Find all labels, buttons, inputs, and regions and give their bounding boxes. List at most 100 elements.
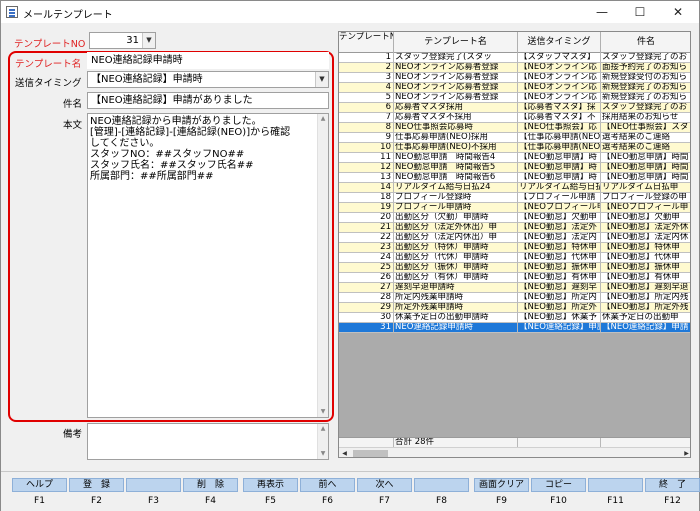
cell-subject[interactable]: 【NEO勤怠】遅刻早退 [601,283,690,293]
cell-timing[interactable]: 【NEO勤怠】法定外 [518,223,601,233]
table-row[interactable]: 11 NEO勤怠申請 時間報告4 【NEO勤怠申請】時 【NEO勤怠申請】時間 [339,153,690,163]
cell-timing[interactable]: 【NEO勤怠】休業予 [518,313,601,323]
cell-name[interactable]: NEOオンライン応募者登録 [394,83,518,93]
fkey-f12-button[interactable]: 終 了 [645,478,700,492]
fkey-f10-button[interactable]: コピー [531,478,586,492]
cell-no[interactable]: 10 [339,143,394,153]
cell-no[interactable]: 11 [339,153,394,163]
cell-timing[interactable]: 【NEOオンライン応 [518,63,601,73]
fkey-f9-button[interactable]: 画面クリア [474,478,529,492]
cell-subject[interactable]: 選考結果のご連絡 [601,143,690,153]
cell-timing[interactable]: 【NEO連絡記録】申請 [518,323,601,333]
cell-no[interactable]: 30 [339,313,394,323]
cell-name[interactable]: プロフィール申請時 [394,203,518,213]
cell-name[interactable]: 所定内残業申請時 [394,293,518,303]
cell-timing[interactable]: 【NEO勤怠】遅刻早 [518,283,601,293]
cell-no[interactable]: 28 [339,293,394,303]
cell-subject[interactable]: 新規登録完了のお知ら [601,83,690,93]
cell-name[interactable]: 応募者マスタ採用 [394,103,518,113]
table-row[interactable]: 21 出勤区分（法定外休出）申 【NEO勤怠】法定外 【NEO勤怠】法定外休 [339,223,690,233]
cell-name[interactable]: 応募者マスタ不採用 [394,113,518,123]
cell-subject[interactable]: スタッフ登録完了のお [601,103,690,113]
template-name-field[interactable]: NEO連絡記録申請時 [87,52,329,69]
cell-subject[interactable]: 【NEO勤怠】有休申 [601,273,690,283]
cell-no[interactable]: 14 [339,183,394,193]
cell-no[interactable]: 5 [339,93,394,103]
maximize-button[interactable]: ☐ [621,1,659,23]
cell-subject[interactable]: 【NEO連絡記録】申請 [601,323,690,333]
fkey-f6-button[interactable]: 前へ [300,478,355,492]
cell-no[interactable]: 9 [339,133,394,143]
table-row[interactable]: 10 仕事応募申請(NEO)不採用 【仕事応募申請(NEO 選考結果のご連絡 [339,143,690,153]
cell-timing[interactable]: 【応募者マスタ】不 [518,113,601,123]
cell-no[interactable]: 26 [339,273,394,283]
cell-timing[interactable]: 【NEO勤怠】有休申 [518,273,601,283]
cell-timing[interactable]: リアルタイム給与日払 [518,183,601,193]
cell-name[interactable]: NEO勤怠申請 時間報告6 [394,173,518,183]
column-header-no[interactable]: テンプレートNO [339,32,394,53]
scroll-up-icon[interactable]: ▲ [318,114,328,124]
cell-name[interactable]: 遅刻早退申請時 [394,283,518,293]
cell-timing[interactable]: 【NEO勤怠】所定内 [518,293,601,303]
table-row[interactable]: 7 応募者マスタ不採用 【応募者マスタ】不 採用結果のお知らせ [339,113,690,123]
cell-subject[interactable]: 【NEO勤怠申請】時間 [601,173,690,183]
cell-name[interactable]: プロフィール登録時 [394,193,518,203]
table-row[interactable]: 6 応募者マスタ採用 【応募者マスタ】採 スタッフ登録完了のお [339,103,690,113]
table-row[interactable]: 22 出勤区分（法定内休出）申 【NEO勤怠】法定内 【NEO勤怠】法定内休 [339,233,690,243]
cell-timing[interactable]: 【NEO勤怠】欠勤申 [518,213,601,223]
table-row[interactable]: 13 NEO勤怠申請 時間報告6 【NEO勤怠申請】時 【NEO勤怠申請】時間 [339,173,690,183]
cell-name[interactable]: 出勤区分（法定内休出）申 [394,233,518,243]
cell-timing[interactable]: 【NEO勤怠】振休申 [518,263,601,273]
cell-subject[interactable]: 【NEO勤怠申請】時間 [601,153,690,163]
cell-name[interactable]: 所定外残業申請時 [394,303,518,313]
fkey-f3-button[interactable] [126,478,181,492]
cell-no[interactable]: 7 [339,113,394,123]
table-row[interactable]: 1 スタッフ登録完了(スタッ 【スタッフマスタ】 スタッフ登録完了のお [339,53,690,63]
column-header-timing[interactable]: 送信タイミング [518,32,601,53]
cell-timing[interactable]: 【NEO勤怠】法定内 [518,233,601,243]
table-row[interactable]: 8 NEO仕事照会応募時 【NEO仕事照会】応 【NEO仕事照会】スタ [339,123,690,133]
cell-name[interactable]: 仕事応募申請(NEO)採用 [394,133,518,143]
cell-name[interactable]: 出勤区分（欠勤）申請時 [394,213,518,223]
chevron-down-icon[interactable]: ▼ [315,72,328,87]
cell-timing[interactable]: 【NEO勤怠】所定外 [518,303,601,313]
scroll-up-icon[interactable]: ▲ [318,424,328,434]
cell-subject[interactable]: スタッフ登録完了のお [601,53,690,63]
table-row[interactable]: 25 出勤区分（振休）申請時 【NEO勤怠】振休申 【NEO勤怠】振休申 [339,263,690,273]
fkey-f7-button[interactable]: 次へ [357,478,412,492]
template-no-combo[interactable]: 31 ▼ [89,32,156,49]
cell-no[interactable]: 13 [339,173,394,183]
cell-name[interactable]: NEO連絡記録申請時 [394,323,518,333]
cell-subject[interactable]: 【NEO仕事照会】スタ [601,123,690,133]
table-row[interactable]: 14 リアルタイム給与日払24 リアルタイム給与日払 リアルタイム日払申 [339,183,690,193]
cell-timing[interactable]: 【応募者マスタ】採 [518,103,601,113]
table-row[interactable]: 4 NEOオンライン応募者登録 【NEOオンライン応 新規登録完了のお知ら [339,83,690,93]
fkey-f4-button[interactable]: 削 除 [183,478,238,492]
cell-subject[interactable]: プロフィール登録の申 [601,193,690,203]
cell-name[interactable]: NEOオンライン応募者登録 [394,93,518,103]
cell-name[interactable]: NEO勤怠申請 時間報告5 [394,163,518,173]
cell-subject[interactable]: 【NEO勤怠】法定内休 [601,233,690,243]
grid-horizontal-scrollbar[interactable]: ◀ ▶ [339,447,690,457]
fkey-f8-button[interactable] [414,478,469,492]
cell-name[interactable]: NEO仕事照会応募時 [394,123,518,133]
table-row[interactable]: 27 遅刻早退申請時 【NEO勤怠】遅刻早 【NEO勤怠】遅刻早退 [339,283,690,293]
chevron-down-icon[interactable]: ▼ [142,33,155,48]
cell-subject[interactable]: 採用結果のお知らせ [601,113,690,123]
cell-name[interactable]: 出勤区分（有休）申請時 [394,273,518,283]
cell-name[interactable]: 休業予定日の出勤申請時 [394,313,518,323]
fkey-f11-button[interactable] [588,478,643,492]
cell-name[interactable]: NEO勤怠申請 時間報告4 [394,153,518,163]
table-row[interactable]: 26 出勤区分（有休）申請時 【NEO勤怠】有休申 【NEO勤怠】有休申 [339,273,690,283]
cell-name[interactable]: 出勤区分（特休）申請時 [394,243,518,253]
cell-timing[interactable]: 【NEO勤怠】特休申 [518,243,601,253]
minimize-button[interactable]: — [583,1,621,23]
cell-no[interactable]: 3 [339,73,394,83]
table-row[interactable]: 24 出勤区分（代休）申請時 【NEO勤怠】代休申 【NEO勤怠】代休申 [339,253,690,263]
table-row[interactable]: 9 仕事応募申請(NEO)採用 【仕事応募申請(NEO 選考結果のご連絡 [339,133,690,143]
scroll-thumb[interactable] [353,450,388,457]
cell-timing[interactable]: 【NEO勤怠申請】時 [518,153,601,163]
cell-subject[interactable]: 選考結果のご連絡 [601,133,690,143]
cell-subject[interactable]: 【NEO勤怠】特休申 [601,243,690,253]
subject-field[interactable]: 【NEO連絡記録】申請がありました [87,92,329,109]
